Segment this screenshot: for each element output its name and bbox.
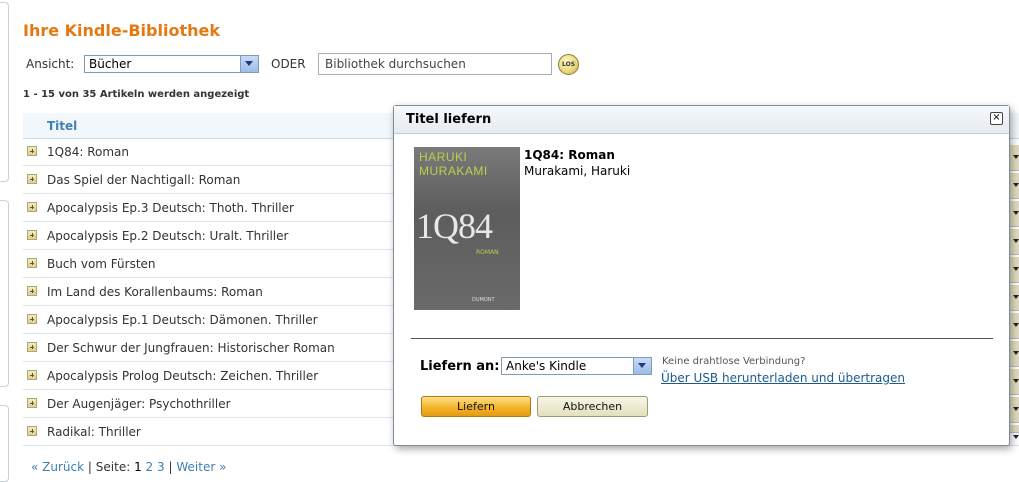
chevron-down-icon[interactable] bbox=[240, 56, 258, 72]
expand-icon[interactable] bbox=[27, 202, 37, 212]
usb-download-link[interactable]: Über USB herunterladen und übertragen bbox=[661, 371, 905, 385]
dialog-divider bbox=[411, 338, 993, 339]
row-title: Buch vom Fürsten bbox=[47, 257, 156, 271]
pager-separator: | bbox=[168, 460, 173, 474]
row-action-dropdown[interactable] bbox=[1010, 229, 1019, 255]
cover-publisher: DUMONT bbox=[472, 297, 495, 303]
row-title: Apocalypsis Ep.3 Deutsch: Thoth. Thrille… bbox=[47, 201, 294, 215]
row-title: Apocalypsis Prolog Deutsch: Zeichen. Thr… bbox=[47, 369, 319, 383]
cover-author-line: MURAKAMI bbox=[419, 164, 488, 178]
search-input[interactable]: Bibliothek durchsuchen bbox=[318, 53, 552, 75]
dialog-header: Titel liefern × bbox=[394, 106, 1009, 134]
row-action-dropdown[interactable] bbox=[1010, 341, 1019, 367]
view-select[interactable]: Bücher bbox=[84, 55, 259, 73]
book-cover: HARUKI MURAKAMI 1Q84 ROMAN DUMONT bbox=[414, 147, 520, 310]
left-frame-segment bbox=[0, 2, 9, 182]
cancel-button[interactable]: Abbrechen bbox=[537, 396, 648, 417]
deliver-dialog: Titel liefern × HARUKI MURAKAMI 1Q84 ROM… bbox=[393, 105, 1010, 446]
row-title: Apocalypsis Ep.2 Deutsch: Uralt. Thrille… bbox=[47, 229, 289, 243]
row-action-dropdown[interactable] bbox=[1010, 285, 1019, 311]
column-header-title[interactable]: Titel bbox=[47, 119, 77, 133]
row-action-dropdown[interactable] bbox=[1010, 369, 1019, 395]
result-count: 1 - 15 von 35 Artikeln werden angezeigt bbox=[23, 89, 250, 100]
page-link-2[interactable]: 2 bbox=[146, 460, 154, 474]
current-page: 1 bbox=[134, 460, 142, 474]
book-title: 1Q84: Roman bbox=[524, 148, 615, 162]
expand-icon[interactable] bbox=[27, 398, 37, 408]
left-frame bbox=[0, 0, 9, 482]
deliver-button[interactable]: Liefern bbox=[421, 396, 531, 417]
row-action-dropdown[interactable] bbox=[1010, 425, 1019, 439]
row-action-dropdown[interactable] bbox=[1010, 397, 1019, 423]
next-page-link[interactable]: Weiter » bbox=[176, 460, 226, 474]
book-author: Murakami, Haruki bbox=[524, 164, 631, 178]
expand-icon[interactable] bbox=[27, 342, 37, 352]
cover-title: 1Q84 bbox=[416, 206, 493, 246]
dialog-title: Titel liefern bbox=[406, 112, 492, 127]
prev-page-link[interactable]: « Zurück bbox=[31, 460, 84, 474]
device-select[interactable]: Anke's Kindle bbox=[501, 357, 652, 375]
left-frame-segment bbox=[0, 405, 9, 482]
row-title: 1Q84: Roman bbox=[47, 145, 129, 159]
row-action-dropdown[interactable] bbox=[1010, 201, 1019, 227]
expand-icon[interactable] bbox=[27, 174, 37, 184]
cover-author: HARUKI MURAKAMI bbox=[419, 150, 488, 178]
expand-icon[interactable] bbox=[27, 146, 37, 156]
expand-icon[interactable] bbox=[27, 230, 37, 240]
row-title: Der Schwur der Jungfrauen: Historischer … bbox=[47, 341, 335, 355]
view-select-value: Bücher bbox=[89, 57, 132, 71]
expand-icon[interactable] bbox=[27, 286, 37, 296]
deliver-to-label: Liefern an: bbox=[420, 359, 500, 374]
row-action-dropdown[interactable] bbox=[1010, 313, 1019, 339]
cover-author-line: HARUKI bbox=[419, 150, 468, 164]
row-title: Im Land des Korallenbaums: Roman bbox=[47, 285, 263, 299]
view-label: Ansicht: bbox=[26, 57, 75, 71]
row-action-dropdown[interactable] bbox=[1010, 145, 1019, 171]
pagination: « Zurück | Seite: 1 2 3 | Weiter » bbox=[31, 460, 226, 474]
search-go-button[interactable]: LOS bbox=[558, 54, 579, 75]
chevron-down-icon[interactable] bbox=[633, 358, 651, 374]
row-actions-strip bbox=[1010, 145, 1019, 439]
or-label: ODER bbox=[271, 57, 306, 71]
page-link-3[interactable]: 3 bbox=[157, 460, 165, 474]
pager-separator: | bbox=[87, 460, 92, 474]
page-label: Seite: bbox=[95, 460, 131, 474]
page-title: Ihre Kindle-Bibliothek bbox=[23, 21, 220, 40]
expand-icon[interactable] bbox=[27, 314, 37, 324]
expand-icon[interactable] bbox=[27, 426, 37, 436]
row-title: Radikal: Thriller bbox=[47, 425, 141, 439]
left-frame-segment bbox=[0, 200, 9, 387]
no-wireless-text: Keine drahtlose Verbindung? bbox=[662, 356, 806, 367]
row-title: Das Spiel der Nachtigall: Roman bbox=[47, 173, 241, 187]
cover-subtitle: ROMAN bbox=[476, 249, 499, 256]
device-select-value: Anke's Kindle bbox=[506, 359, 587, 373]
row-action-dropdown[interactable] bbox=[1010, 173, 1019, 199]
row-title: Der Augenjäger: Psychothriller bbox=[47, 397, 231, 411]
close-icon[interactable]: × bbox=[990, 112, 1003, 125]
expand-icon[interactable] bbox=[27, 370, 37, 380]
row-action-dropdown[interactable] bbox=[1010, 257, 1019, 283]
row-title: Apocalypsis Ep.1 Deutsch: Dämonen. Thril… bbox=[47, 313, 318, 327]
expand-icon[interactable] bbox=[27, 258, 37, 268]
